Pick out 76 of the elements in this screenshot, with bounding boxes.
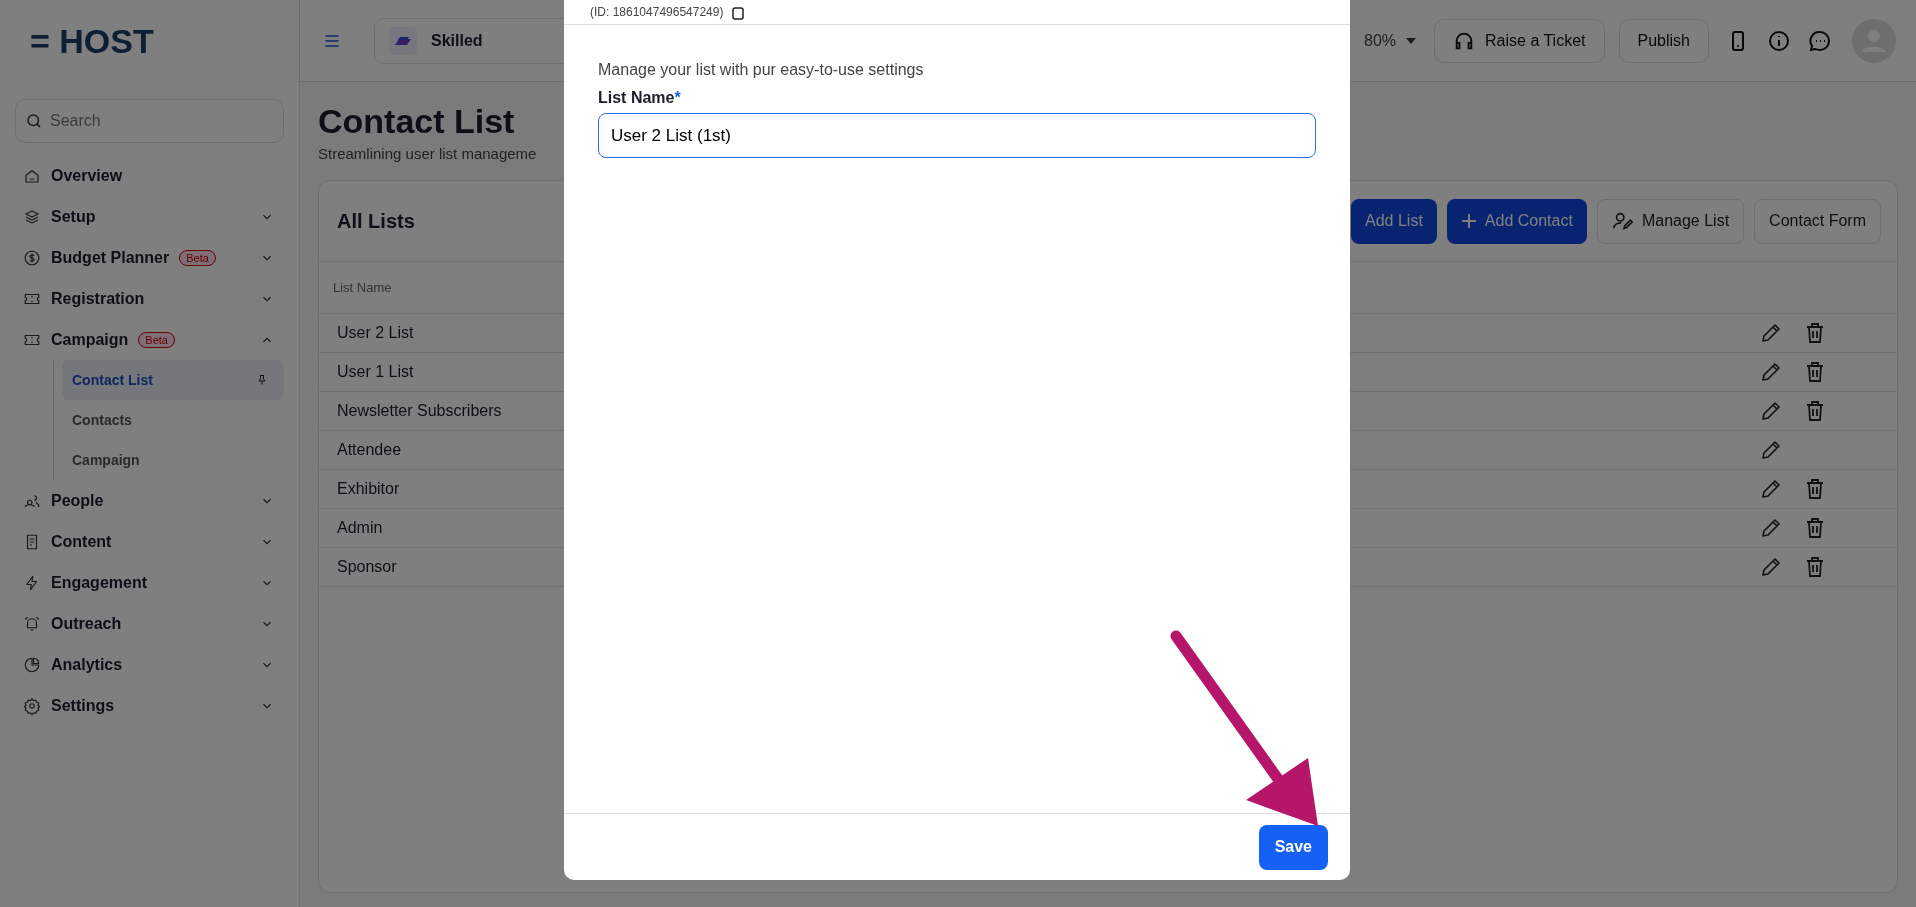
chat-icon[interactable]	[1808, 28, 1832, 53]
table-cell: Exhibitor	[337, 480, 400, 498]
list-id-text: (ID: 1861047496547249)	[590, 5, 724, 19]
bell-icon	[23, 614, 41, 633]
user-edit-icon	[1611, 210, 1634, 232]
edit-icon[interactable]	[1759, 477, 1783, 501]
add-contact-button[interactable]: Add Contact	[1446, 198, 1587, 244]
save-button[interactable]: Save	[1258, 824, 1328, 870]
nav-label: People	[51, 491, 104, 510]
info-icon[interactable]	[1767, 28, 1791, 53]
nav-label: Registration	[51, 289, 145, 308]
nav-item[interactable]: Analytics	[15, 644, 284, 685]
plus-icon	[1460, 213, 1477, 229]
edit-icon[interactable]	[1759, 555, 1783, 579]
beta-badge: Beta	[179, 249, 216, 266]
page-title: Contact List	[318, 102, 515, 141]
nav-label: Outreach	[51, 614, 122, 633]
nav-item[interactable]: Overview	[15, 155, 284, 196]
event-logo-icon	[389, 26, 417, 55]
card-title: All Lists	[337, 209, 415, 233]
edit-icon[interactable]	[1759, 516, 1783, 540]
settings-icon	[23, 696, 41, 715]
submenu-item[interactable]: Campaign	[62, 440, 284, 480]
manage-list-button[interactable]: Manage List	[1596, 198, 1745, 244]
table-cell: Attendee	[337, 441, 402, 459]
page-subtitle: Streamlining user list manageme	[318, 145, 537, 162]
dollar-icon	[23, 248, 41, 267]
nav-item[interactable]: Outreach	[15, 603, 284, 644]
nav-label: Budget Planner	[51, 248, 170, 267]
nav-item[interactable]: Budget Planner Beta	[15, 237, 284, 278]
event-name: Skilled	[431, 31, 483, 50]
nav-label: Settings	[51, 696, 115, 715]
nav-item[interactable]: Settings	[15, 685, 284, 726]
zoom-dropdown[interactable]: 80%	[1364, 31, 1417, 50]
search-field[interactable]: Search	[15, 99, 284, 143]
copy-icon[interactable]	[729, 4, 746, 20]
submenu-item[interactable]: Contact List	[62, 360, 284, 400]
nav-item[interactable]: Registration	[15, 278, 284, 319]
nav-item[interactable]: Engagement	[15, 562, 284, 603]
table-cell: User 1 List	[337, 363, 414, 381]
submenu-label: Contact List	[72, 372, 153, 388]
nav-item[interactable]: Content	[15, 521, 284, 562]
host-logo: = HOST	[30, 22, 155, 62]
column-header: List Name	[333, 280, 392, 295]
nav-label: Content	[51, 532, 112, 551]
add-list-button[interactable]: Add List	[1351, 198, 1437, 244]
edit-icon[interactable]	[1759, 321, 1783, 345]
nav-item[interactable]: Setup	[15, 196, 284, 237]
beta-badge: Beta	[138, 331, 175, 348]
search-icon	[25, 112, 43, 130]
caret-icon	[1406, 37, 1417, 44]
nav-item[interactable]: Campaign Beta	[15, 319, 284, 360]
contact-form-button[interactable]: Contact Form	[1754, 198, 1881, 244]
edit-icon[interactable]	[1759, 438, 1783, 462]
dialog-description: Manage your list with pur easy-to-use settings	[598, 61, 925, 79]
nav-label: Engagement	[51, 573, 147, 592]
pin-icon[interactable]	[256, 374, 268, 386]
submenu-label: Campaign	[72, 452, 140, 468]
edit-icon[interactable]	[1759, 399, 1783, 423]
pie-icon	[23, 655, 41, 674]
table-cell: Newsletter Subscribers	[337, 402, 502, 420]
nav-label: Campaign	[51, 330, 129, 349]
list-name-field[interactable]: User 2 List (1st)	[598, 113, 1316, 158]
edit-icon[interactable]	[1759, 360, 1783, 384]
submenu-item[interactable]: Contacts	[62, 400, 284, 440]
table-cell: Admin	[337, 519, 383, 537]
raise-ticket-button[interactable]: Raise a Ticket	[1434, 18, 1605, 63]
nav-item[interactable]: People	[15, 480, 284, 521]
nav-label: Analytics	[51, 655, 123, 674]
submenu-label: Contacts	[72, 412, 132, 428]
table-cell: Sponsor	[337, 558, 397, 576]
field-label: List Name*	[598, 89, 682, 107]
nav-label: Overview	[51, 166, 123, 185]
publish-button[interactable]: Publish	[1618, 18, 1709, 63]
nav-label: Setup	[51, 207, 96, 226]
table-cell: User 2 List	[337, 324, 414, 342]
